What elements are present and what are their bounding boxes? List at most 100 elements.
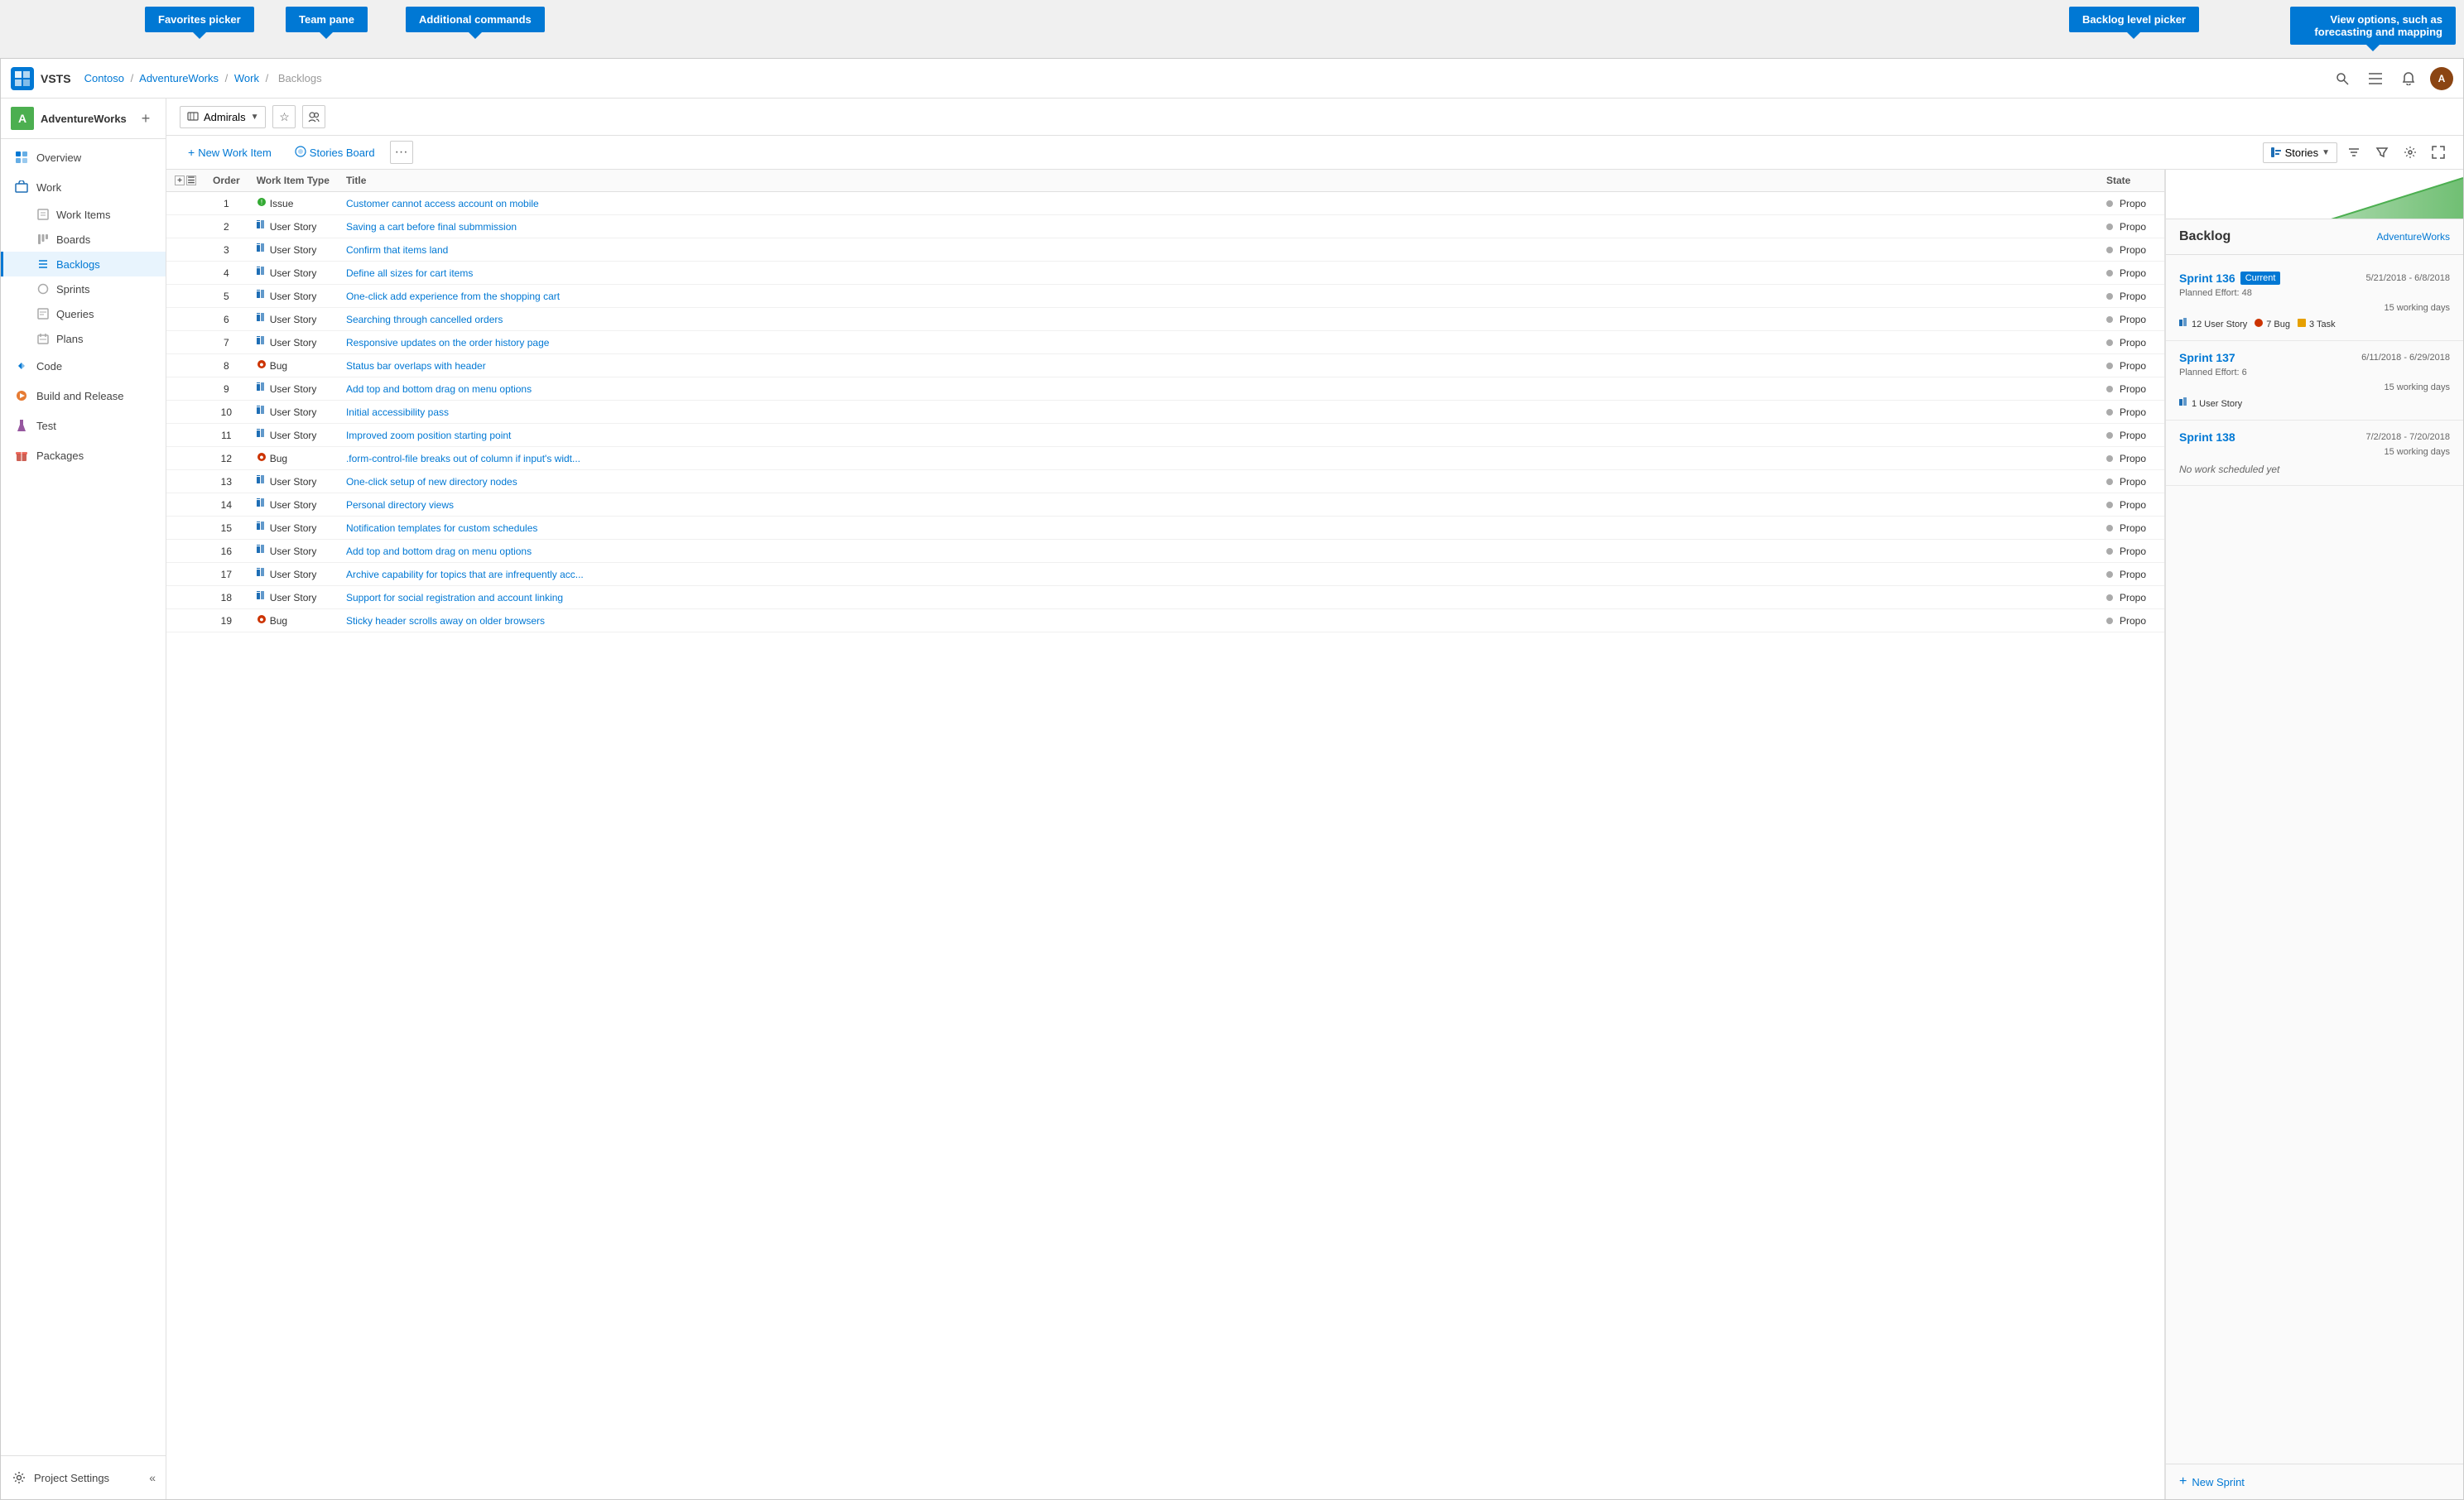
- table-row[interactable]: 16 User Story Add top and bottom drag on…: [166, 540, 2164, 563]
- sprint-card-header: Sprint 136 Current 5/21/2018 - 6/8/2018: [2179, 272, 2450, 285]
- sidebar-item-code[interactable]: Code: [1, 351, 166, 381]
- state-cell: Propo: [2098, 262, 2164, 285]
- sidebar-item-packages[interactable]: Packages: [1, 440, 166, 470]
- build-release-icon: [13, 387, 30, 404]
- table-row[interactable]: 11 User Story Improved zoom position sta…: [166, 424, 2164, 447]
- favorites-picker-tooltip[interactable]: Favorites picker: [145, 7, 254, 32]
- table-row[interactable]: 13 User Story One-click setup of new dir…: [166, 470, 2164, 493]
- sidebar-item-boards[interactable]: Boards: [1, 227, 166, 252]
- bell-icon[interactable]: [2397, 67, 2420, 90]
- type-cell: ● Bug: [248, 447, 338, 470]
- new-work-item-button[interactable]: + New Work Item: [180, 142, 280, 162]
- stories-board-button[interactable]: Stories Board: [286, 142, 383, 163]
- list-icon[interactable]: [2364, 67, 2387, 90]
- table-row[interactable]: 12 ● Bug .form-control-file breaks out o…: [166, 447, 2164, 470]
- board-icon: [295, 146, 306, 160]
- sprint-dates: 6/11/2018 - 6/29/2018: [2361, 353, 2450, 363]
- table-row[interactable]: 3 User Story Confirm that items land Pro…: [166, 238, 2164, 262]
- table-row[interactable]: 14 User Story Personal directory views P…: [166, 493, 2164, 517]
- additional-commands-tooltip[interactable]: Additional commands: [406, 7, 545, 32]
- type-label: User Story: [270, 244, 317, 256]
- team-pane-tooltip[interactable]: Team pane: [286, 7, 368, 32]
- plans-icon: [36, 332, 50, 345]
- sidebar-item-work[interactable]: Work: [1, 172, 166, 202]
- title-cell: Define all sizes for cart items: [338, 262, 2098, 285]
- sidebar-item-plans[interactable]: Plans: [1, 326, 166, 351]
- expand-cell: [166, 215, 205, 238]
- type-label: User Story: [270, 546, 317, 557]
- sidebar-item-project-settings[interactable]: Project Settings «: [1, 1463, 166, 1493]
- sidebar-item-backlogs[interactable]: Backlogs: [1, 252, 166, 276]
- expand-button[interactable]: [2427, 141, 2450, 164]
- column-options-button[interactable]: [2342, 141, 2365, 164]
- type-label: User Story: [270, 337, 317, 349]
- sidebar-item-sprints[interactable]: Sprints: [1, 276, 166, 301]
- type-cell: User Story: [248, 540, 338, 563]
- backlog-panel-subtitle: AdventureWorks: [2377, 231, 2450, 243]
- type-icon: [257, 336, 267, 349]
- svg-text:●: ●: [259, 453, 263, 461]
- table-row[interactable]: 19 ● Bug Sticky header scrolls away on o…: [166, 609, 2164, 632]
- type-label: Issue: [270, 198, 294, 209]
- expand-cell: [166, 331, 205, 354]
- plus-icon: +: [188, 146, 195, 159]
- stories-picker[interactable]: Stories ▼: [2263, 142, 2337, 163]
- state-label: Propo: [2120, 615, 2146, 627]
- top-nav: VSTS Contoso / AdventureWorks / Work / B…: [1, 59, 2463, 99]
- table-row[interactable]: 1 ! Issue Customer cannot access account…: [166, 192, 2164, 215]
- state-cell: Propo: [2098, 540, 2164, 563]
- view-options-tooltip[interactable]: View options, such as forecasting and ma…: [2290, 7, 2456, 45]
- table-row[interactable]: 18 User Story Support for social registr…: [166, 586, 2164, 609]
- sidebar-item-work-items[interactable]: Work Items: [1, 202, 166, 227]
- state-label: Propo: [2120, 476, 2146, 488]
- sidebar-item-test[interactable]: Test: [1, 411, 166, 440]
- user-avatar[interactable]: A: [2430, 67, 2453, 90]
- more-options-button[interactable]: ···: [390, 141, 413, 164]
- filter-button[interactable]: [2370, 141, 2394, 164]
- team-picker[interactable]: Admirals ▼: [180, 106, 266, 128]
- new-sprint-button[interactable]: + New Sprint: [2166, 1464, 2463, 1499]
- table-row[interactable]: 9 User Story Add top and bottom drag on …: [166, 377, 2164, 401]
- backlog-toolbar: Admirals ▼ ☆: [166, 99, 2463, 136]
- add-project-button[interactable]: +: [136, 108, 156, 128]
- table-row[interactable]: 17 User Story Archive capability for top…: [166, 563, 2164, 586]
- state-cell: Propo: [2098, 331, 2164, 354]
- sprint-name[interactable]: Sprint 137: [2179, 351, 2235, 364]
- sprint-name[interactable]: Sprint 136: [2179, 272, 2235, 285]
- backlog-table-container[interactable]: + ☰ Order Work Item Type Title State: [166, 170, 2165, 1499]
- sprint-name[interactable]: Sprint 138: [2179, 430, 2235, 444]
- type-cell: User Story: [248, 308, 338, 331]
- table-row[interactable]: 4 User Story Define all sizes for cart i…: [166, 262, 2164, 285]
- state-label: Propo: [2120, 314, 2146, 325]
- state-cell: Propo: [2098, 308, 2164, 331]
- sidebar-item-queries[interactable]: Queries: [1, 301, 166, 326]
- table-row[interactable]: 10 User Story Initial accessibility pass…: [166, 401, 2164, 424]
- table-row[interactable]: 8 ● Bug Status bar overlaps with header …: [166, 354, 2164, 377]
- table-row[interactable]: 7 User Story Responsive updates on the o…: [166, 331, 2164, 354]
- type-cell: ● Bug: [248, 354, 338, 377]
- table-row[interactable]: 5 User Story One-click add experience fr…: [166, 285, 2164, 308]
- sidebar-item-build-release[interactable]: Build and Release: [1, 381, 166, 411]
- test-icon: [13, 417, 30, 434]
- title-cell: .form-control-file breaks out of column …: [338, 447, 2098, 470]
- breadcrumb: Contoso / AdventureWorks / Work / Backlo…: [84, 72, 2331, 84]
- state-label: Propo: [2120, 267, 2146, 279]
- table-row[interactable]: 6 User Story Searching through cancelled…: [166, 308, 2164, 331]
- backlog-level-picker-tooltip[interactable]: Backlog level picker: [2069, 7, 2199, 32]
- state-cell: Propo: [2098, 609, 2164, 632]
- sidebar-item-label: Plans: [56, 333, 84, 345]
- search-icon[interactable]: [2331, 67, 2354, 90]
- type-icon: [257, 243, 267, 256]
- sidebar-project: A AdventureWorks +: [1, 99, 166, 139]
- settings-button[interactable]: [2399, 141, 2422, 164]
- sprint-effort: Planned Effort: 6: [2179, 368, 2450, 377]
- sidebar-item-overview[interactable]: Overview: [1, 142, 166, 172]
- table-row[interactable]: 15 User Story Notification templates for…: [166, 517, 2164, 540]
- title-cell: One-click add experience from the shoppi…: [338, 285, 2098, 308]
- team-members-button[interactable]: [302, 105, 325, 128]
- favorites-star-button[interactable]: ☆: [272, 105, 296, 128]
- state-label: Propo: [2120, 453, 2146, 464]
- table-row[interactable]: 2 User Story Saving a cart before final …: [166, 215, 2164, 238]
- collapse-icon[interactable]: «: [149, 1471, 156, 1484]
- state-dot: [2106, 200, 2113, 207]
